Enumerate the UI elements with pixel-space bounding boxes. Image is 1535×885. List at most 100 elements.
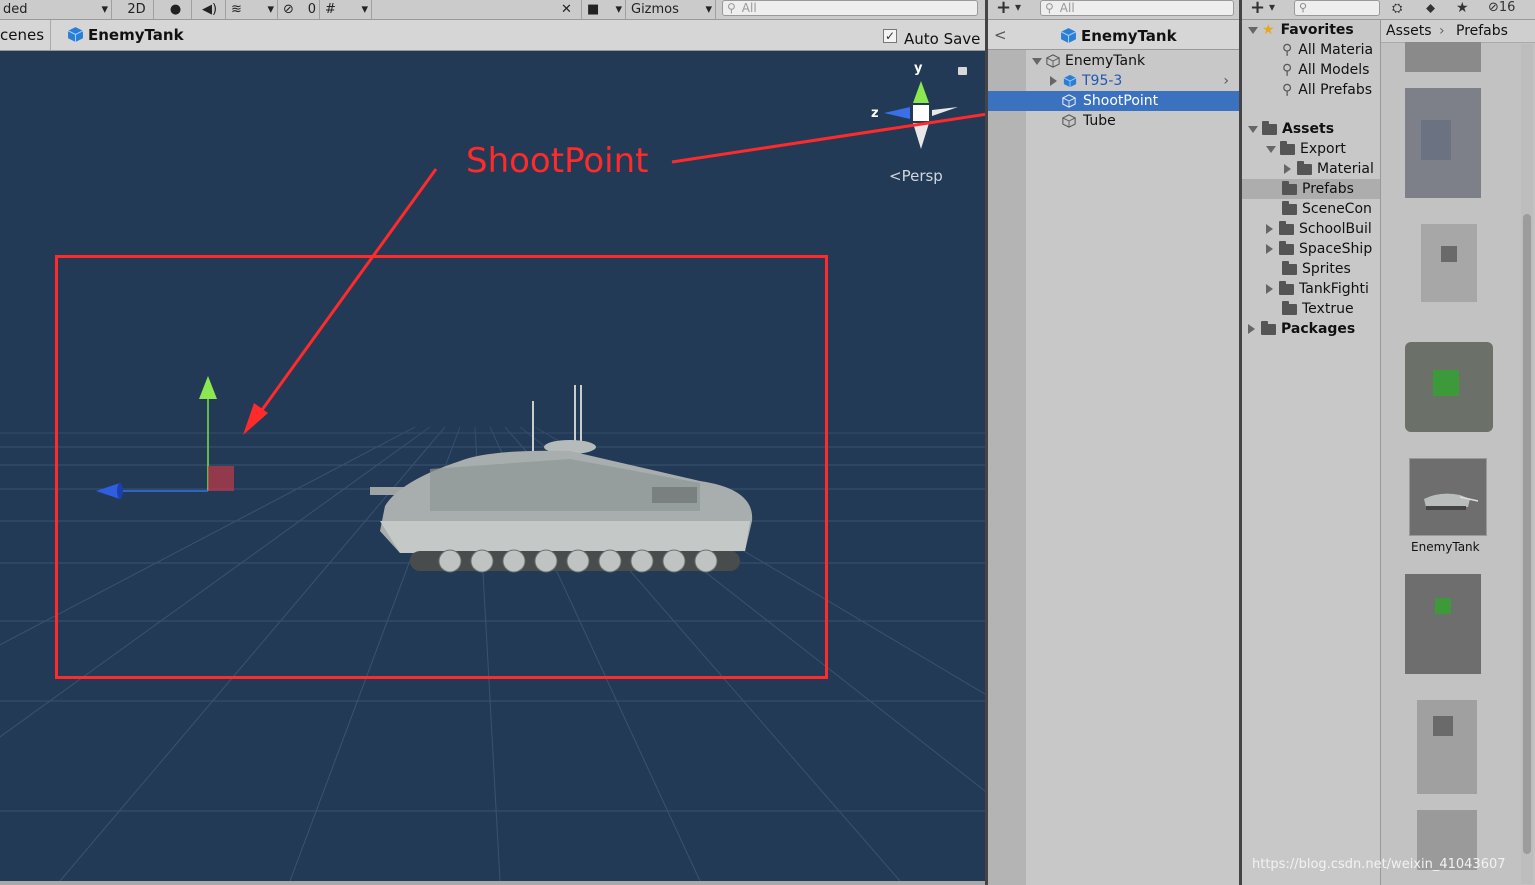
tank-thumbnail-icon (1410, 459, 1486, 535)
hidden-packages-toggle[interactable]: ⊘16 (1488, 0, 1515, 15)
hierarchy-header: < EnemyTank (988, 20, 1239, 50)
gameobject-cube-icon (1062, 94, 1076, 108)
hierarchy-item-label: T95-3 (1082, 73, 1123, 89)
asset-thumbnail-blurred[interactable] (1405, 42, 1481, 72)
asset-thumbnail-blurred[interactable] (1421, 224, 1477, 302)
project-search-input[interactable]: ⚲ (1294, 0, 1380, 16)
add-icon[interactable]: + (996, 0, 1011, 18)
hierarchy-toolbar: + ▾ ⚲ All (988, 0, 1239, 20)
favorites-title: Favorites (1280, 22, 1354, 38)
asset-thumbnail-blurred[interactable] (1417, 700, 1477, 794)
star-icon[interactable]: ★ (1456, 0, 1469, 16)
folder-label: SpaceShip (1299, 241, 1373, 257)
expand-arrow-icon[interactable] (1050, 76, 1057, 86)
filter-type-icon[interactable]: ⛭ (1392, 1, 1402, 16)
favorite-item[interactable]: ⚲ All Models (1282, 60, 1369, 80)
folder-icon (1282, 260, 1297, 275)
folder-open-icon (1262, 120, 1277, 135)
asset-thumbnail-pixel (1433, 716, 1453, 736)
label-tag-icon[interactable]: ⬥ (1426, 1, 1435, 16)
folder-label: SceneCon (1302, 201, 1372, 217)
packages-title: Packages (1281, 321, 1356, 337)
hierarchy-search-input[interactable]: ⚲ All (1040, 0, 1234, 16)
expand-arrow-icon[interactable] (1266, 224, 1273, 234)
folder-icon (1279, 240, 1294, 255)
expand-arrow-icon[interactable] (1284, 164, 1291, 174)
folder-icon (1282, 180, 1297, 195)
asset-label: EnemyTank (1411, 540, 1480, 554)
asset-thumbnail-blurred[interactable] (1405, 574, 1481, 674)
project-breadcrumb: Assets › Prefabs (1381, 20, 1535, 43)
eye-hidden-icon: ⊘ (1488, 0, 1499, 15)
expand-arrow-icon[interactable] (1266, 284, 1273, 294)
project-asset-grid: Assets › Prefabs EnemyTank (1381, 20, 1535, 885)
gameobject-cube-icon (1062, 114, 1076, 128)
asset-thumbnail-pixel (1435, 598, 1451, 614)
asset-grid-scrollbar[interactable] (1521, 44, 1533, 884)
hierarchy-item-shootpoint[interactable]: ShootPoint (988, 91, 1239, 111)
folder-label: SchoolBuil (1299, 221, 1372, 237)
expand-arrow-icon[interactable] (1266, 145, 1276, 153)
folder-icon (1297, 160, 1312, 175)
scrollbar-thumb[interactable] (1523, 214, 1531, 854)
hierarchy-item-tube[interactable]: Tube (1062, 111, 1116, 131)
gameobject-cube-icon (1046, 54, 1060, 68)
folder-item-prefabs[interactable]: Prefabs (1242, 179, 1380, 199)
expand-arrow-icon[interactable] (1248, 125, 1258, 133)
folder-label: Material (1317, 161, 1374, 177)
favorite-item-label: All Models (1298, 62, 1370, 78)
search-icon: ⚲ (1299, 1, 1308, 14)
folder-item-export[interactable]: Export (1266, 139, 1346, 159)
chevron-right-icon: › (1439, 23, 1445, 39)
asset-thumbnail-enemytank[interactable] (1409, 458, 1487, 536)
project-folder-tree: ★ Favorites ⚲ All Materia ⚲ All Models ⚲ Al… (1242, 20, 1380, 885)
watermark-text: https://blog.csdn.net/weixin_41043607 (1252, 857, 1506, 872)
favorite-item[interactable]: ⚲ All Materia (1282, 40, 1373, 60)
assets-title: Assets (1282, 121, 1335, 137)
asset-thumbnail-pixel (1441, 246, 1457, 262)
packages-section[interactable]: Packages (1248, 319, 1355, 339)
folder-label: Prefabs (1302, 181, 1354, 197)
hierarchy-header-title: EnemyTank (1081, 27, 1177, 45)
folder-label: Sprites (1302, 261, 1351, 277)
favorite-item[interactable]: ⚲ All Prefabs (1282, 80, 1372, 100)
folder-item-spaceship[interactable]: SpaceShip (1266, 239, 1372, 259)
folder-item-material[interactable]: Material (1284, 159, 1374, 179)
folder-icon (1279, 220, 1294, 235)
chevron-down-icon[interactable]: ▾ (1269, 0, 1275, 14)
hierarchy-panel: + ▾ ⚲ All < EnemyTank EnemyTank T95-3 › S… (988, 0, 1239, 885)
folder-item-textrue[interactable]: Textrue (1282, 299, 1354, 319)
expand-arrow-icon[interactable] (1032, 57, 1042, 65)
folder-icon (1282, 200, 1297, 215)
expand-arrow-icon[interactable] (1266, 244, 1273, 254)
chevron-down-icon[interactable]: ▾ (1015, 0, 1021, 14)
search-icon: ⚲ (1282, 62, 1293, 78)
hierarchy-gutter (988, 50, 1026, 885)
asset-thumbnail-pixel (1421, 120, 1451, 160)
project-toolbar: + ▾ ⚲ ⛭ ⬥ ★ ⊘16 (1242, 0, 1535, 20)
back-icon[interactable]: < (994, 26, 1007, 44)
project-hidden-count: 16 (1498, 0, 1516, 15)
hierarchy-item-label: EnemyTank (1065, 53, 1146, 69)
breadcrumb-current[interactable]: Prefabs (1456, 23, 1508, 39)
folder-item-scenecon[interactable]: SceneCon (1282, 199, 1372, 219)
favorites-section[interactable]: ★ Favorites (1248, 20, 1354, 40)
hierarchy-item-t95-3[interactable]: T95-3 › (1050, 71, 1235, 91)
asset-thumbnail-pixel (1433, 370, 1459, 396)
add-icon[interactable]: + (1250, 0, 1265, 18)
hierarchy-item-enemytank[interactable]: EnemyTank (1032, 51, 1145, 71)
assets-section[interactable]: Assets (1248, 119, 1334, 139)
folder-open-icon (1280, 140, 1295, 155)
expand-arrow-icon[interactable] (1248, 324, 1255, 334)
prefab-cube-icon (1060, 27, 1077, 48)
folder-item-schoolbuil[interactable]: SchoolBuil (1266, 219, 1372, 239)
breadcrumb-assets[interactable]: Assets (1386, 23, 1432, 39)
expand-arrow-icon[interactable] (1248, 26, 1258, 34)
chevron-right-icon[interactable]: › (1223, 73, 1229, 89)
search-icon: ⚲ (1282, 82, 1293, 98)
folder-item-sprites[interactable]: Sprites (1282, 259, 1351, 279)
favorite-item-label: All Materia (1298, 42, 1374, 58)
star-icon: ★ (1262, 22, 1275, 38)
folder-label: Export (1300, 141, 1346, 157)
folder-item-tankfighti[interactable]: TankFighti (1266, 279, 1369, 299)
